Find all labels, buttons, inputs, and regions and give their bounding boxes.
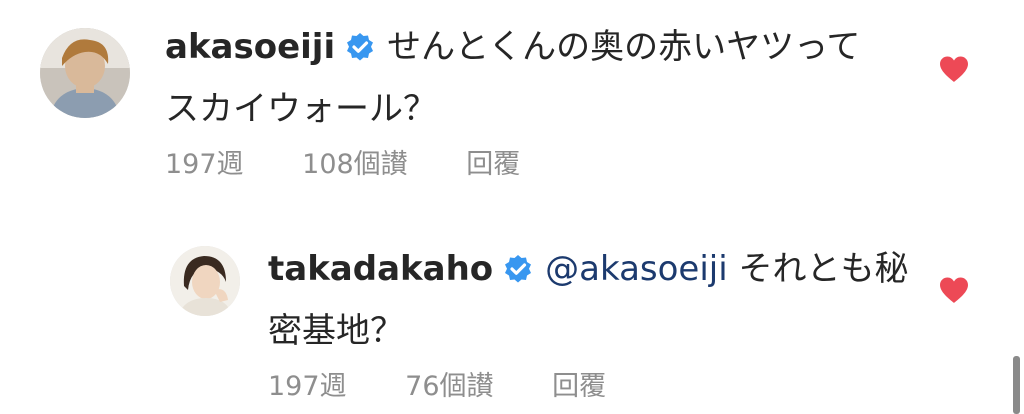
- person-avatar-icon: [170, 246, 240, 316]
- heart-icon[interactable]: [938, 276, 970, 308]
- comment-likes-count[interactable]: 76個讃: [405, 364, 493, 403]
- reply-button[interactable]: 回覆: [466, 142, 520, 181]
- comment-text-line1: せんとくんの奥の赤いヤツって: [387, 27, 861, 67]
- comment-item: akasoeiji せんとくんの奥の赤いヤツって スカイウォール？ 197週 10…: [0, 0, 1024, 200]
- person-avatar-icon: [40, 28, 130, 118]
- comment-body: takadakaho @akasoeiji それとも秘 密基地？: [268, 240, 928, 360]
- reply-comment-item: takadakaho @akasoeiji それとも秘 密基地？ 197週 76個…: [0, 220, 1024, 414]
- comment-time: 197週: [165, 149, 244, 180]
- comment-username[interactable]: takadakaho: [268, 249, 493, 289]
- comment-text-line2: スカイウォール？: [165, 89, 437, 129]
- verified-badge-icon: [503, 244, 533, 302]
- comment-text-line1: それとも秘: [738, 249, 909, 289]
- comment-text-line2: 密基地？: [268, 311, 404, 351]
- avatar[interactable]: [40, 28, 130, 118]
- heart-icon[interactable]: [938, 55, 970, 87]
- comment-meta: 197週 76個讃 回覆: [268, 364, 656, 403]
- mention-link[interactable]: @akasoeiji: [545, 249, 728, 289]
- avatar[interactable]: [170, 246, 240, 316]
- scrollbar[interactable]: [1013, 356, 1020, 414]
- comment-body: akasoeiji せんとくんの奥の赤いヤツって スカイウォール？: [165, 18, 925, 138]
- comment-likes-count[interactable]: 108個讃: [302, 142, 408, 181]
- verified-badge-icon: [345, 22, 375, 80]
- comment-username[interactable]: akasoeiji: [165, 27, 335, 67]
- comment-time: 197週: [268, 371, 347, 402]
- reply-button[interactable]: 回覆: [552, 364, 606, 403]
- comment-meta: 197週 108個讃 回覆: [165, 142, 570, 181]
